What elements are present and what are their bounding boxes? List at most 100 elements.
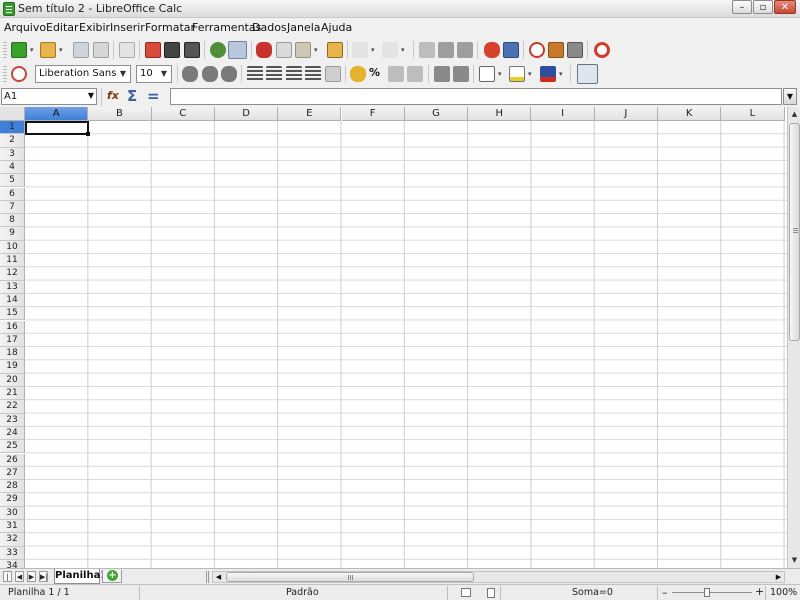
expand-formula-icon[interactable]: ▼ [783,88,797,105]
active-cell-cursor[interactable] [25,121,89,135]
vertical-scrollbar[interactable]: ▲ ▼ [787,107,800,568]
row-header-10[interactable]: 10 [0,240,25,254]
add-sheet-button[interactable]: + [102,570,122,583]
currency-icon[interactable] [350,66,366,82]
column-header-c[interactable]: C [151,107,215,121]
horizontal-scrollbar[interactable]: ◀ ▶ [212,571,785,583]
row-header-16[interactable]: 16 [0,320,25,334]
spelling-icon[interactable] [210,42,226,58]
close-button[interactable]: ✕ [774,0,796,14]
increase-indent-icon[interactable] [453,66,469,82]
sheet-tab[interactable]: Planilha1 [54,569,107,584]
column-header-i[interactable]: I [531,107,595,121]
row-header-29[interactable]: 29 [0,493,25,507]
cut-icon[interactable] [256,42,272,58]
row-header-22[interactable]: 22 [0,400,25,414]
add-decimal-icon[interactable] [407,66,423,82]
row-header-17[interactable]: 17 [0,333,25,348]
selection-mode-icon[interactable] [461,588,471,597]
save-icon[interactable] [73,42,89,58]
fill-handle[interactable] [86,132,90,136]
spreadsheet-grid[interactable]: A B C D E F G H I J K L 1 2 3 4 5 6 7 8 9 10 11 12 13 14 15 16 17 18 1… [0,107,787,568]
vertical-scroll-thumb[interactable] [789,123,800,341]
borders-dropdown-icon[interactable]: ▾ [498,71,504,78]
scroll-left-icon[interactable]: ◀ [213,572,224,582]
clone-formatting-icon[interactable] [327,42,343,58]
toolbar-handle[interactable] [3,66,7,82]
align-right-icon[interactable] [286,66,302,82]
sort-ascending-icon[interactable] [438,42,454,58]
underline-icon[interactable] [221,66,237,82]
bold-icon[interactable] [182,66,198,82]
column-header-e[interactable]: E [278,107,342,121]
minimize-button[interactable]: – [732,0,752,14]
font-name-combo[interactable]: Liberation Sans ▼ [35,65,131,83]
row-header-28[interactable]: 28 [0,480,25,494]
font-size-combo[interactable]: 10 ▼ [136,65,172,83]
autospellcheck-icon[interactable] [228,41,247,59]
name-box[interactable]: A1 ▼ [1,88,97,105]
horizontal-scroll-thumb[interactable] [226,572,474,582]
zoom-slider[interactable] [672,592,752,593]
formula-icon[interactable]: = [147,87,160,105]
redo-dropdown-icon[interactable]: ▾ [401,47,407,54]
row-header-31[interactable]: 31 [0,520,25,534]
align-center-icon[interactable] [266,66,282,82]
row-header-34[interactable]: 34 [0,559,25,568]
row-header-15[interactable]: 15 [0,307,25,321]
zoom-in-icon[interactable]: + [755,585,764,598]
scroll-up-icon[interactable]: ▲ [789,108,800,120]
menu-exibir[interactable]: Exibir [79,21,110,34]
menu-janela[interactable]: Janela [287,21,321,34]
previous-sheet-icon[interactable]: ◀ [15,571,24,582]
background-dropdown-icon[interactable]: ▾ [528,71,534,78]
tab-splitter[interactable] [206,571,209,583]
row-header-13[interactable]: 13 [0,280,25,294]
italic-icon[interactable] [202,66,218,82]
font-color-icon[interactable] [540,66,556,82]
print-icon[interactable] [164,42,180,58]
row-header-1[interactable]: 1 [0,121,25,135]
formula-input[interactable] [170,88,782,105]
align-left-icon[interactable] [247,66,263,82]
column-header-k[interactable]: K [658,107,722,121]
row-header-9[interactable]: 9 [0,227,25,241]
row-header-20[interactable]: 20 [0,373,25,387]
pivot-table-icon[interactable] [503,42,519,58]
open-dropdown-icon[interactable]: ▾ [59,47,65,54]
font-color-dropdown-icon[interactable]: ▾ [559,71,565,78]
row-header-6[interactable]: 6 [0,187,25,201]
menu-inserir[interactable]: Inserir [110,21,145,34]
undo-icon[interactable] [352,42,368,58]
menu-ajuda[interactable]: Ajuda [321,21,352,34]
background-color-icon[interactable] [509,66,525,82]
help-icon[interactable] [594,42,610,58]
column-header-d[interactable]: D [214,107,279,121]
row-header-14[interactable]: 14 [0,293,25,308]
number-format-icon[interactable] [388,66,404,82]
borders-icon[interactable] [479,66,495,82]
percent-icon[interactable]: % [369,66,385,82]
row-header-33[interactable]: 33 [0,546,25,560]
redo-icon[interactable] [382,42,398,58]
row-header-25[interactable]: 25 [0,440,25,454]
navigator-icon[interactable] [529,42,545,58]
menu-editar[interactable]: Editar [46,21,79,34]
sum-display[interactable]: Soma=0 [572,587,613,598]
row-header-26[interactable]: 26 [0,453,25,467]
insert-chart-icon[interactable] [484,42,500,58]
menu-dados[interactable]: Dados [252,21,287,34]
sort-descending-icon[interactable] [457,42,473,58]
menu-ferramentas[interactable]: Ferramentas [192,21,261,34]
paste-icon[interactable] [295,42,311,58]
row-header-3[interactable]: 3 [0,147,25,161]
row-header-30[interactable]: 30 [0,506,25,520]
copy-icon[interactable] [276,42,292,58]
edit-file-icon[interactable] [119,42,135,58]
scroll-right-icon[interactable]: ▶ [773,572,784,582]
first-sheet-icon[interactable]: |◀ [3,571,12,591]
column-header-a[interactable]: A [25,107,89,121]
select-all-corner[interactable] [0,107,25,121]
zoom-out-icon[interactable]: – [662,586,668,599]
row-header-21[interactable]: 21 [0,387,25,401]
